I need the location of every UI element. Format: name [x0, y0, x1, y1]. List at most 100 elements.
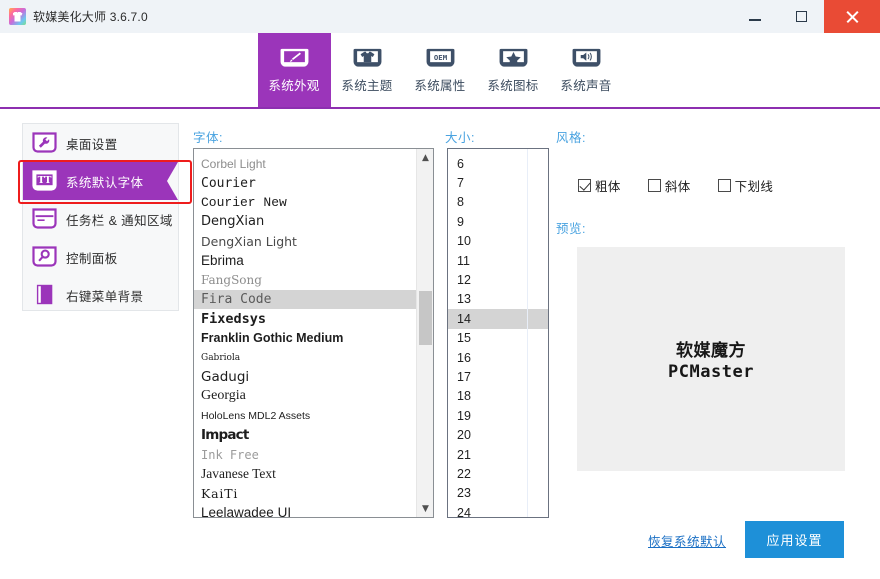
font-list-item[interactable]: Javanese Text [194, 464, 416, 483]
tab-label: 系统外观 [268, 75, 319, 94]
font-list-item[interactable]: Fixedsys [194, 309, 416, 328]
size-section-label: 大小: [445, 127, 475, 146]
sidebar-item-context-menu-background[interactable]: 右键菜单背景 [23, 276, 178, 314]
font-list-item[interactable]: DengXian Light [194, 232, 416, 251]
style-option-underline[interactable]: 下划线 [718, 176, 774, 195]
font-list-item[interactable]: Gadugi [194, 367, 416, 386]
style-option-label: 粗体 [595, 176, 621, 195]
taskbar-icon [32, 208, 57, 231]
close-button[interactable] [824, 0, 880, 33]
font-list-item[interactable]: Ink Free [194, 445, 416, 464]
size-list-item[interactable]: 21 [448, 445, 548, 464]
font-list-item[interactable]: HoloLens MDL2 Assets [194, 406, 416, 425]
size-list-item[interactable]: 19 [448, 406, 548, 425]
preview-text-cn: 软媒魔方 [676, 336, 746, 361]
tab-label: 系统属性 [414, 75, 465, 94]
sidebar-item-label: 控制面板 [66, 248, 118, 267]
tab-system-icons[interactable]: 系统图标 [477, 33, 550, 107]
monitor-oem-icon: OEM [426, 46, 455, 71]
apply-settings-button[interactable]: 应用设置 [745, 521, 844, 558]
preview-text-en: PCMaster [668, 362, 754, 382]
font-section-label: 字体: [193, 127, 223, 146]
checkbox-icon[interactable] [578, 179, 591, 192]
monitor-star-icon [499, 46, 528, 71]
size-list-item[interactable]: 22 [448, 464, 548, 483]
size-list-item[interactable]: 12 [448, 270, 548, 289]
font-list-item[interactable]: Fira Code [194, 290, 416, 309]
main-tab-bar: 系统外观 系统主题 OEM 系统属性 系统图标 系统 [0, 33, 880, 109]
monitor-tshirt-icon [353, 46, 382, 71]
size-list-item[interactable]: 14 [448, 309, 548, 328]
svg-text:TT: TT [38, 175, 52, 186]
font-list-scrollbar[interactable]: ▲ ▼ [416, 149, 433, 517]
font-list-item[interactable]: Ebrima [194, 251, 416, 270]
tab-system-sounds[interactable]: 系统声音 [550, 33, 623, 107]
checkbox-icon[interactable] [718, 179, 731, 192]
sidebar-item-taskbar-notification[interactable]: 任务栏 & 通知区域 [23, 200, 178, 238]
style-option-label: 斜体 [665, 176, 691, 195]
minimize-button[interactable] [732, 0, 778, 33]
style-option-italic[interactable]: 斜体 [648, 176, 691, 195]
sidebar-item-label: 任务栏 & 通知区域 [66, 210, 173, 229]
sidebar-item-system-default-font[interactable]: TT 系统默认字体 [23, 162, 178, 200]
close-icon [845, 10, 859, 24]
font-list-item[interactable]: Georgia [194, 387, 416, 406]
size-list-item[interactable]: 24 [448, 503, 548, 518]
monitor-speaker-icon [572, 46, 601, 71]
restore-defaults-link[interactable]: 恢复系统默认 [648, 531, 726, 550]
checkbox-icon[interactable] [648, 179, 661, 192]
title-bar-left: 软媒美化大师 3.6.7.0 [0, 8, 732, 25]
maximize-button[interactable] [778, 0, 824, 33]
tab-system-appearance[interactable]: 系统外观 [258, 33, 331, 107]
font-list-item[interactable]: Corbel Light [194, 154, 416, 173]
scroll-up-icon[interactable]: ▲ [417, 149, 434, 166]
style-options-group: 粗体 斜体 下划线 [578, 176, 773, 195]
font-list-item[interactable]: FangSong [194, 270, 416, 289]
tab-system-properties[interactable]: OEM 系统属性 [404, 33, 477, 107]
size-list-item[interactable]: 6 [448, 154, 548, 173]
sidebar-item-control-panel[interactable]: 控制面板 [23, 238, 178, 276]
tab-label: 系统声音 [560, 75, 611, 94]
size-list-item[interactable]: 11 [448, 251, 548, 270]
sidebar-item-desktop-settings[interactable]: 桌面设置 [23, 124, 178, 162]
size-list-item[interactable]: 7 [448, 173, 548, 192]
preview-section-label: 预览: [556, 218, 586, 237]
tab-system-theme[interactable]: 系统主题 [331, 33, 404, 107]
size-list[interactable]: 6789101112131415161718192021222324 [447, 148, 549, 518]
font-list-item[interactable]: Courier New [194, 193, 416, 212]
font-list-item[interactable]: Impact [194, 425, 416, 444]
size-list-item[interactable]: 18 [448, 387, 548, 406]
title-bar: 软媒美化大师 3.6.7.0 [0, 0, 880, 33]
window-title: 软媒美化大师 3.6.7.0 [33, 8, 148, 25]
size-list-item[interactable]: 16 [448, 348, 548, 367]
maximize-icon [796, 11, 807, 22]
size-list-item[interactable]: 9 [448, 212, 548, 231]
size-list-item[interactable]: 10 [448, 232, 548, 251]
font-list-item[interactable]: Leelawadee UI [194, 503, 416, 517]
font-list-item[interactable]: DengXian [194, 212, 416, 231]
size-list-item[interactable]: 23 [448, 484, 548, 503]
scroll-down-icon[interactable]: ▼ [417, 500, 434, 517]
font-list-item[interactable]: Franklin Gothic Medium [194, 329, 416, 348]
wrench-monitor-icon [32, 132, 57, 155]
magnifier-panel-icon [32, 246, 57, 269]
window-controls [732, 0, 880, 33]
font-list-item[interactable]: KaiTi [194, 484, 416, 503]
size-list-item[interactable]: 15 [448, 329, 548, 348]
size-list-items[interactable]: 6789101112131415161718192021222324 [448, 149, 548, 518]
style-option-bold[interactable]: 粗体 [578, 176, 621, 195]
minimize-icon [749, 19, 761, 21]
style-section-label: 风格: [556, 127, 586, 146]
scrollbar-thumb[interactable] [419, 291, 432, 345]
size-list-item[interactable]: 17 [448, 367, 548, 386]
svg-text:OEM: OEM [433, 53, 447, 62]
font-list-items[interactable]: Corbel LightCourierCourier NewDengXianDe… [194, 149, 416, 517]
font-list-item[interactable]: Courier [194, 173, 416, 192]
context-menu-icon [32, 284, 57, 307]
font-list[interactable]: Corbel LightCourierCourier NewDengXianDe… [193, 148, 434, 518]
font-tt-icon: TT [32, 170, 57, 193]
font-list-item[interactable]: Gabriola [194, 348, 416, 367]
size-list-item[interactable]: 8 [448, 193, 548, 212]
size-list-item[interactable]: 13 [448, 290, 548, 309]
size-list-item[interactable]: 20 [448, 425, 548, 444]
